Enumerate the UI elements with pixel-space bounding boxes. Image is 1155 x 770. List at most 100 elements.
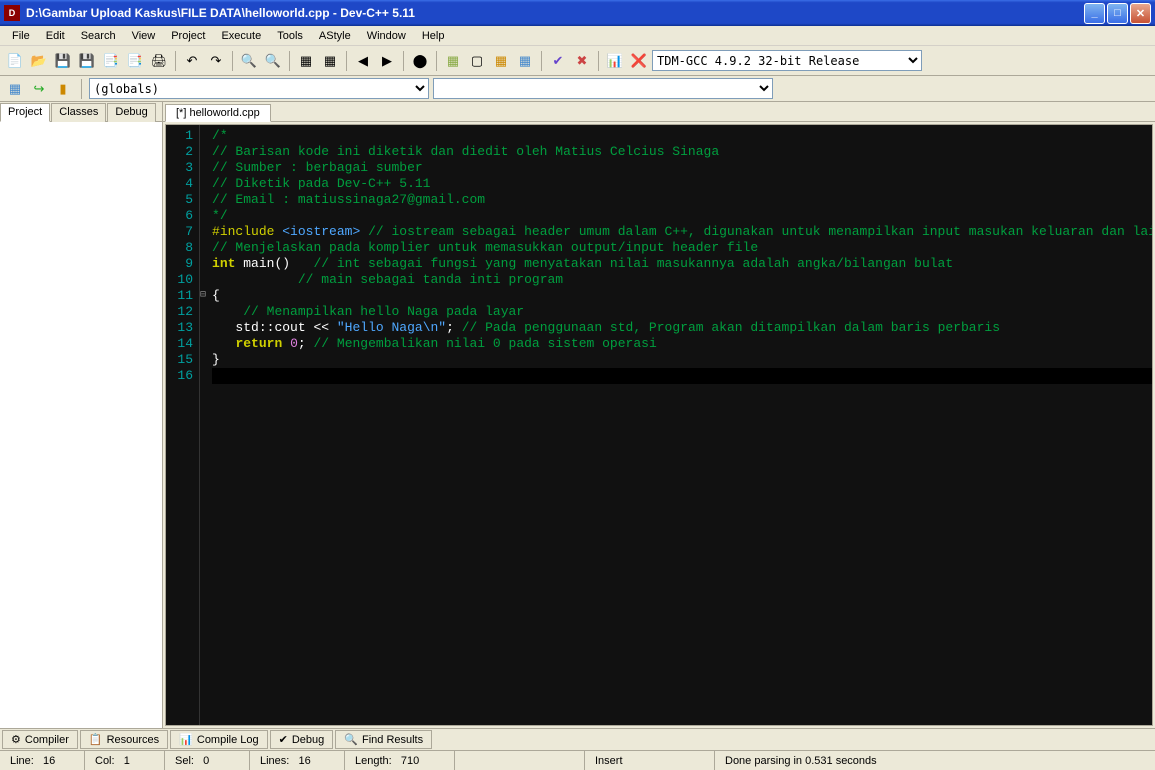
left-tab-debug[interactable]: Debug [107,103,155,122]
close-button[interactable]: ✕ [1130,3,1151,24]
left-tab-project[interactable]: Project [0,103,50,122]
left-tab-classes[interactable]: Classes [51,103,106,122]
menu-search[interactable]: Search [73,28,124,44]
code-line[interactable]: // Menjelaskan pada komplier untuk memas… [212,240,1153,256]
menu-edit[interactable]: Edit [38,28,73,44]
menu-window[interactable]: Window [359,28,414,44]
minimize-button[interactable]: _ [1084,3,1105,24]
menu-view[interactable]: View [124,28,164,44]
toolbar-separator [598,51,599,71]
new-file-button[interactable]: 📄 [4,50,26,72]
delete-profile-button[interactable]: ❌ [628,50,650,72]
window-titlebar: D D:\Gambar Upload Kaskus\FILE DATA\hell… [0,0,1155,26]
save-all-button[interactable]: 💾 [76,50,98,72]
run-button[interactable]: ▦ [319,50,341,72]
compile-button[interactable]: ▦ [295,50,317,72]
bottom-tab-debug[interactable]: ✔Debug [270,730,334,749]
status-line: Line: 16 [0,751,85,770]
code-line[interactable]: // Menampilkan hello Naga pada layar [212,304,1153,320]
compile-log-icon: 📊 [179,733,193,746]
status-bar: Line: 16 Col: 1 Sel: 0 Lines: 16 Length:… [0,750,1155,770]
code-line[interactable]: */ [212,208,1153,224]
status-col: Col: 1 [85,751,165,770]
profile-button[interactable]: 📊 [604,50,626,72]
bottom-tab-compiler[interactable]: ⚙ Compiler [2,730,78,749]
stop-button[interactable]: ⬤ [409,50,431,72]
rebuild-button[interactable]: ▢ [466,50,488,72]
editor-area: [*] helloworld.cpp 123456789101112131415… [163,102,1155,728]
debug-button[interactable]: ✔ [547,50,569,72]
toolbar-separator [232,51,233,71]
app-icon: D [4,5,20,21]
replace-button[interactable]: 🔍 [262,50,284,72]
menu-bar: FileEditSearchViewProjectExecuteToolsASt… [0,26,1155,46]
goto-impl-button[interactable]: ↪ [28,78,50,100]
window-title: D:\Gambar Upload Kaskus\FILE DATA\hellow… [26,6,415,20]
menu-help[interactable]: Help [414,28,453,44]
toolbar-separator [436,51,437,71]
find-results-icon: 🔍 [344,733,358,746]
save-as-button[interactable]: 📑 [100,50,122,72]
line-gutter: 12345678910111213141516 [166,125,200,725]
back-button[interactable]: ◀ [352,50,374,72]
find-button[interactable]: 🔍 [238,50,260,72]
clean-button[interactable]: ▦ [514,50,536,72]
syntax-check-button[interactable]: ▦ [490,50,512,72]
file-tabs: [*] helloworld.cpp [163,102,1155,122]
left-panel: ProjectClassesDebug [0,102,163,728]
bottom-tab-find-results[interactable]: 🔍Find Results [335,730,432,749]
maximize-button[interactable]: □ [1107,3,1128,24]
menu-file[interactable]: File [4,28,38,44]
toolbar-separator [81,79,82,99]
code-line[interactable]: // Email : matiussinaga27@gmail.com [212,192,1153,208]
bottom-tab-label: Debug [292,734,324,746]
code-line[interactable]: // Sumber : berbagai sumber [212,160,1153,176]
code-line[interactable]: /* [212,128,1153,144]
bottom-tab-label: Resources [107,734,160,746]
forward-button[interactable]: ▶ [376,50,398,72]
bottom-tab-compile-log[interactable]: 📊Compile Log [170,730,267,749]
file-tab[interactable]: [*] helloworld.cpp [165,104,271,122]
new-class-button[interactable]: ▦ [4,78,26,100]
menu-execute[interactable]: Execute [213,28,269,44]
code-line[interactable]: } [212,352,1153,368]
code-line[interactable] [212,368,1153,384]
compiler-select[interactable]: TDM-GCC 4.9.2 32-bit Release [652,50,922,71]
stop-debug-button[interactable]: ✖ [571,50,593,72]
compiler-icon: ⚙ [11,733,21,746]
open-file-button[interactable]: 📂 [28,50,50,72]
scope-select[interactable]: (globals) [89,78,429,99]
status-sel: Sel: 0 [165,751,250,770]
menu-project[interactable]: Project [163,28,213,44]
toolbar-separator [403,51,404,71]
status-lines: Lines: 16 [250,751,345,770]
code-line[interactable]: // main sebagai tanda inti program [212,272,1153,288]
left-tabs: ProjectClassesDebug [0,102,162,122]
menu-astyle[interactable]: AStyle [311,28,359,44]
print-button[interactable]: 🖨 [148,50,170,72]
code-line[interactable]: std::cout << "Hello Naga\n"; // Pada pen… [212,320,1153,336]
project-tree[interactable] [0,122,162,728]
bottom-tab-resources[interactable]: 📋Resources [80,730,168,749]
compile-run-button[interactable]: ▦ [442,50,464,72]
bookmark-button[interactable]: ▮ [52,78,74,100]
code-line[interactable]: return 0; // Mengembalikan nilai 0 pada … [212,336,1153,352]
code-editor[interactable]: 12345678910111213141516 ⊟ /*// Barisan k… [165,124,1153,726]
code-line[interactable]: #include <iostream> // iostream sebagai … [212,224,1153,240]
code-line[interactable]: // Diketik pada Dev-C++ 5.11 [212,176,1153,192]
code-content[interactable]: /*// Barisan kode ini diketik dan diedit… [206,125,1153,725]
toolbar-separator [541,51,542,71]
undo-button[interactable]: ↶ [181,50,203,72]
status-length: Length: 710 [345,751,455,770]
code-line[interactable]: { [212,288,1153,304]
toolbar-separator [346,51,347,71]
code-line[interactable]: // Barisan kode ini diketik dan diedit o… [212,144,1153,160]
main-toolbar: 📄📂💾💾📑📑🖨↶↷🔍🔍▦▦◀▶⬤▦▢▦▦✔✖📊❌TDM-GCC 4.9.2 32… [0,46,1155,76]
close-button[interactable]: 📑 [124,50,146,72]
symbol-select[interactable] [433,78,773,99]
redo-button[interactable]: ↷ [205,50,227,72]
menu-tools[interactable]: Tools [269,28,311,44]
code-line[interactable]: int main() // int sebagai fungsi yang me… [212,256,1153,272]
bottom-tab-label: Compiler [25,734,69,746]
save-file-button[interactable]: 💾 [52,50,74,72]
